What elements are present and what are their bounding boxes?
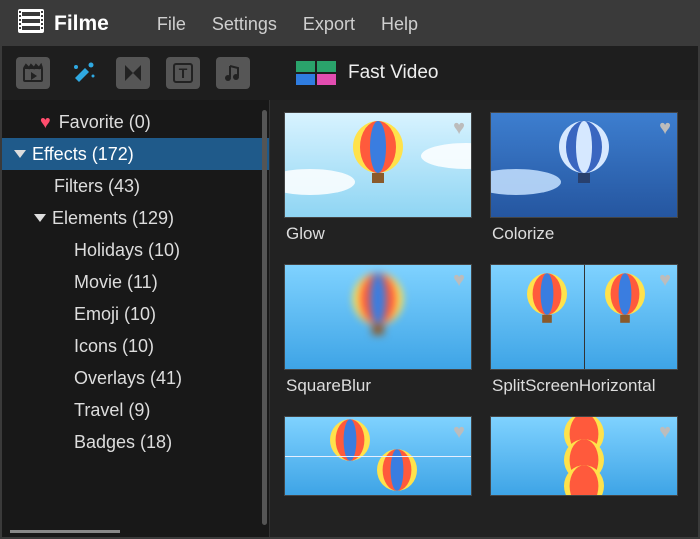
sidebar-label-badges: Badges (18): [74, 432, 172, 453]
favorite-heart-icon[interactable]: ♥: [659, 421, 671, 444]
gallery-item-squareblur[interactable]: ♥ SquareBlur: [284, 264, 472, 410]
effects-gallery: ♥ Glow ♥ Colorize: [270, 100, 698, 537]
sidebar-label-effects: Effects (172): [32, 144, 134, 165]
sidebar-label-overlays: Overlays (41): [74, 368, 182, 389]
tool-transitions[interactable]: [116, 57, 150, 89]
gallery-caption: Colorize: [490, 218, 678, 258]
sidebar-item-travel[interactable]: Travel (9): [2, 394, 269, 426]
sidebar-item-holidays[interactable]: Holidays (10): [2, 234, 269, 266]
sidebar-label-travel: Travel (9): [74, 400, 150, 421]
menu-file[interactable]: File: [157, 14, 186, 35]
sidebar-item-emoji[interactable]: Emoji (10): [2, 298, 269, 330]
balloon-thumb: [348, 121, 408, 193]
filmstrip-icon: [18, 9, 44, 39]
sidebar-label-movie: Movie (11): [74, 272, 158, 293]
tool-text[interactable]: T: [166, 57, 200, 89]
sidebar-item-filters[interactable]: Filters (43): [2, 170, 269, 202]
tool-effects[interactable]: [66, 57, 100, 89]
menu-settings[interactable]: Settings: [212, 14, 277, 35]
heart-icon: ♥: [40, 112, 51, 133]
balloon-thumb: [348, 273, 408, 345]
chevron-down-icon: [14, 150, 26, 158]
sidebar-item-favorite[interactable]: ♥ Favorite (0): [2, 106, 269, 138]
sidebar-divider: [10, 530, 120, 533]
balloon-thumb: [554, 121, 614, 193]
sidebar-item-effects[interactable]: Effects (172): [2, 138, 269, 170]
balloon-thumb: [523, 273, 571, 331]
app-name: Filme: [54, 12, 109, 36]
gallery-item-glow[interactable]: ♥ Glow: [284, 112, 472, 258]
favorite-heart-icon[interactable]: ♥: [453, 117, 465, 140]
sidebar-item-badges[interactable]: Badges (18): [2, 426, 269, 458]
gallery-caption: Glow: [284, 218, 472, 258]
sidebar: ♥ Favorite (0) Effects (172) Filters (43…: [2, 100, 270, 537]
favorite-heart-icon[interactable]: ♥: [453, 421, 465, 444]
tool-media[interactable]: [16, 57, 50, 89]
fast-video-icon: [296, 61, 336, 85]
sidebar-item-elements[interactable]: Elements (129): [2, 202, 269, 234]
sidebar-label-elements: Elements (129): [52, 208, 174, 229]
tool-audio[interactable]: [216, 57, 250, 89]
gallery-item-partial-1[interactable]: ♥: [284, 416, 472, 496]
sidebar-item-overlays[interactable]: Overlays (41): [2, 362, 269, 394]
balloon-thumb: [601, 273, 649, 331]
gallery-caption: SquareBlur: [284, 370, 472, 410]
sidebar-label-icons: Icons (10): [74, 336, 154, 357]
menu-help[interactable]: Help: [381, 14, 418, 35]
gallery-item-partial-2[interactable]: ♥: [490, 416, 678, 496]
app-logo: Filme: [18, 9, 109, 39]
sidebar-label-favorite: Favorite (0): [59, 112, 151, 133]
menubar: Filme File Settings Export Help: [2, 2, 698, 46]
fast-video-label: Fast Video: [348, 62, 438, 84]
sidebar-item-icons[interactable]: Icons (10): [2, 330, 269, 362]
sidebar-label-filters: Filters (43): [54, 176, 140, 197]
sidebar-label-holidays: Holidays (10): [74, 240, 180, 261]
favorite-heart-icon[interactable]: ♥: [659, 117, 671, 140]
svg-text:T: T: [179, 65, 188, 81]
balloon-thumb: [326, 419, 374, 477]
fast-video-button[interactable]: Fast Video: [296, 61, 438, 85]
content: ♥ Favorite (0) Effects (172) Filters (43…: [2, 100, 698, 537]
gallery-item-colorize[interactable]: ♥ Colorize: [490, 112, 678, 258]
menu-export[interactable]: Export: [303, 14, 355, 35]
favorite-heart-icon[interactable]: ♥: [659, 269, 671, 292]
balloon-thumb: [560, 465, 608, 496]
sidebar-label-emoji: Emoji (10): [74, 304, 156, 325]
toolbar: T Fast Video: [2, 46, 698, 100]
favorite-heart-icon[interactable]: ♥: [453, 269, 465, 292]
gallery-caption: SplitScreenHorizontal: [490, 370, 678, 410]
sidebar-item-movie[interactable]: Movie (11): [2, 266, 269, 298]
gallery-item-splitscreen[interactable]: ♥ SplitScreenHorizontal: [490, 264, 678, 410]
chevron-down-icon: [34, 214, 46, 222]
